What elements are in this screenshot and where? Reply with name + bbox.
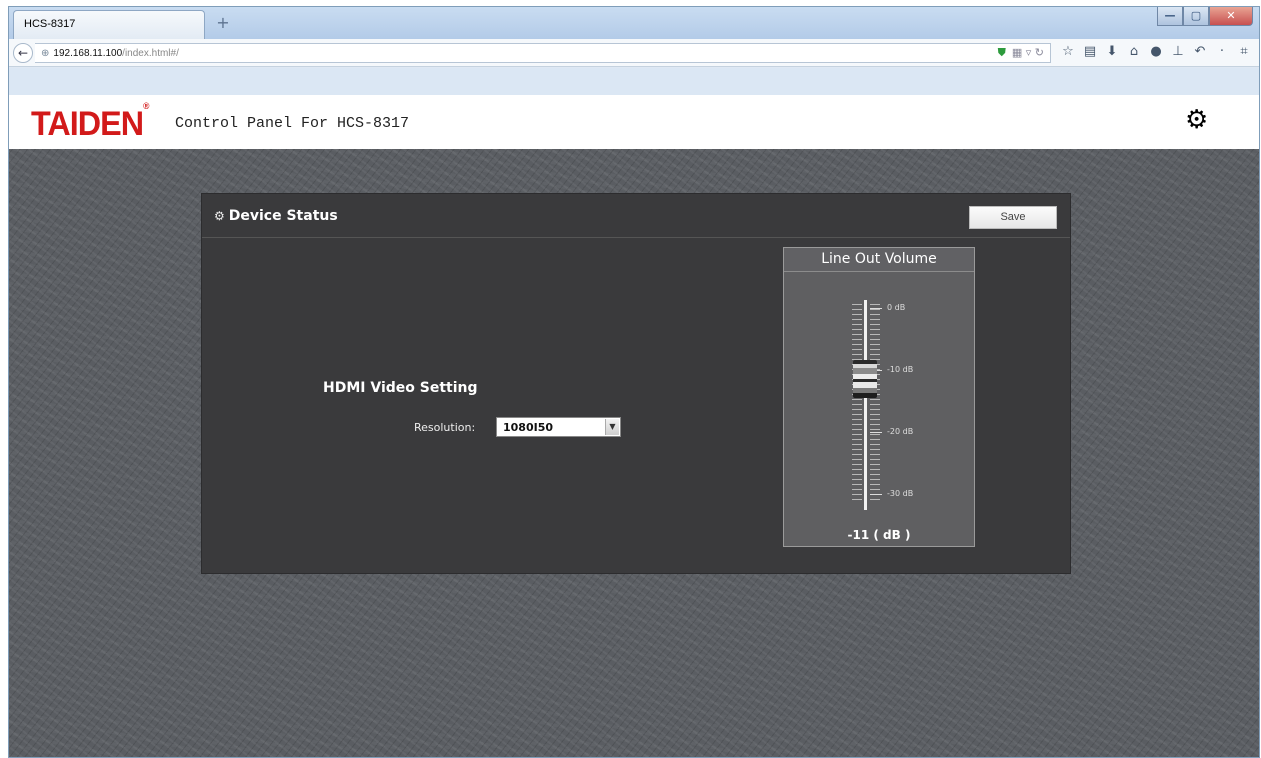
app-header: TAIDEN® Control Panel For HCS-8317 ⚙	[9, 95, 1259, 149]
logo-text: TAIDEN	[31, 105, 144, 143]
page-title: Control Panel For HCS-8317	[175, 115, 410, 132]
stage-background: ⚙ Device Status Save HDMI Video Setting R…	[9, 149, 1259, 757]
reload-icon[interactable]: ↻	[1035, 46, 1044, 59]
download-icon[interactable]: ⬇	[1101, 44, 1123, 59]
maximize-button[interactable]: ▢	[1183, 7, 1209, 26]
save-button[interactable]: Save	[969, 206, 1057, 229]
menu-dropdown-icon[interactable]: ·	[1211, 44, 1233, 59]
crop-icon[interactable]: ⌗	[1233, 44, 1255, 59]
fader-scale-right	[870, 304, 880, 504]
shield-icon[interactable]: ⛊	[998, 46, 1006, 59]
user-icon[interactable]: ⊥	[1167, 44, 1189, 59]
bookmark-bar	[9, 68, 1259, 95]
db-label: 0 dB	[887, 303, 906, 312]
undo-icon[interactable]: ↶	[1189, 44, 1211, 59]
taiden-logo: TAIDEN®	[31, 101, 149, 144]
close-button[interactable]: ✕	[1209, 7, 1253, 26]
volume-value: -11 ( dB )	[847, 528, 911, 542]
dropdown-icon[interactable]: ▿	[1026, 46, 1032, 59]
minimize-button[interactable]: —	[1157, 7, 1183, 26]
bookmark-star-icon[interactable]: ☆	[1057, 44, 1079, 59]
address-bar-actions: ⛊ ▦ ▿ ↻	[998, 46, 1044, 60]
url-path: /index.html#/	[122, 48, 179, 59]
browser-window: HCS-8317 + — ▢ ✕ ← ⊕ 192.168.11.100/index…	[8, 6, 1260, 758]
browser-toolbar: ☆ ▤ ⬇ ⌂ ● ⊥ ↶ · ⌗ ▾ ≡	[1057, 44, 1261, 59]
gear-icon[interactable]: ⚙	[1185, 107, 1208, 133]
home-icon[interactable]: ⌂	[1123, 44, 1145, 59]
back-button[interactable]: ←	[13, 43, 33, 63]
tick-20db	[870, 432, 882, 433]
line-out-volume-box: Line Out Volume 0 dB -10 dB -20 dB -30 d…	[783, 247, 975, 547]
navigation-bar: ← ⊕ 192.168.11.100/index.html#/ ⛊ ▦ ▿ ↻ ☆ …	[9, 39, 1259, 67]
panel-title-text: Device Status	[228, 208, 338, 224]
address-bar[interactable]: ⊕ 192.168.11.100/index.html#/ ⛊ ▦ ▿ ↻	[35, 43, 1051, 63]
tick-0db	[870, 308, 882, 309]
db-label: -10 dB	[887, 365, 914, 374]
logo-mark: ®	[143, 100, 150, 111]
browser-titlebar: HCS-8317 + — ▢ ✕	[9, 7, 1259, 39]
crop-dropdown-icon[interactable]: ▾	[1255, 44, 1261, 59]
tab-title: HCS-8317	[24, 18, 76, 30]
db-label: -20 dB	[887, 427, 914, 436]
fader-track[interactable]	[864, 300, 867, 510]
globe-icon: ⊕	[41, 48, 50, 59]
fader-scale-left	[852, 304, 862, 504]
browser-tab[interactable]: HCS-8317	[13, 10, 205, 39]
gears-icon: ⚙	[214, 209, 225, 223]
device-status-panel: ⚙ Device Status Save HDMI Video Setting R…	[201, 193, 1071, 574]
hdmi-section-title: HDMI Video Setting	[323, 380, 478, 396]
panel-header: ⚙ Device Status Save	[202, 194, 1070, 238]
db-label: -30 dB	[887, 489, 914, 498]
panel-title: ⚙ Device Status	[214, 208, 338, 224]
url-host: 192.168.11.100	[53, 48, 123, 59]
chat-icon[interactable]: ●	[1145, 44, 1167, 59]
qr-icon[interactable]: ▦	[1012, 46, 1022, 59]
resolution-label: Resolution:	[414, 421, 476, 434]
page-content: TAIDEN® Control Panel For HCS-8317 ⚙ ⚙ De…	[9, 95, 1259, 757]
resolution-select[interactable]: 1080I50 ▼	[496, 417, 621, 437]
tick-30db	[870, 494, 882, 495]
chevron-down-icon[interactable]: ▼	[605, 419, 619, 435]
new-tab-button[interactable]: +	[211, 13, 235, 35]
clipboard-icon[interactable]: ▤	[1079, 44, 1101, 59]
volume-fader-knob[interactable]	[853, 360, 877, 398]
resolution-value: 1080I50	[503, 421, 554, 434]
window-controls: — ▢ ✕	[1157, 7, 1253, 27]
volume-title: Line Out Volume	[784, 248, 974, 272]
